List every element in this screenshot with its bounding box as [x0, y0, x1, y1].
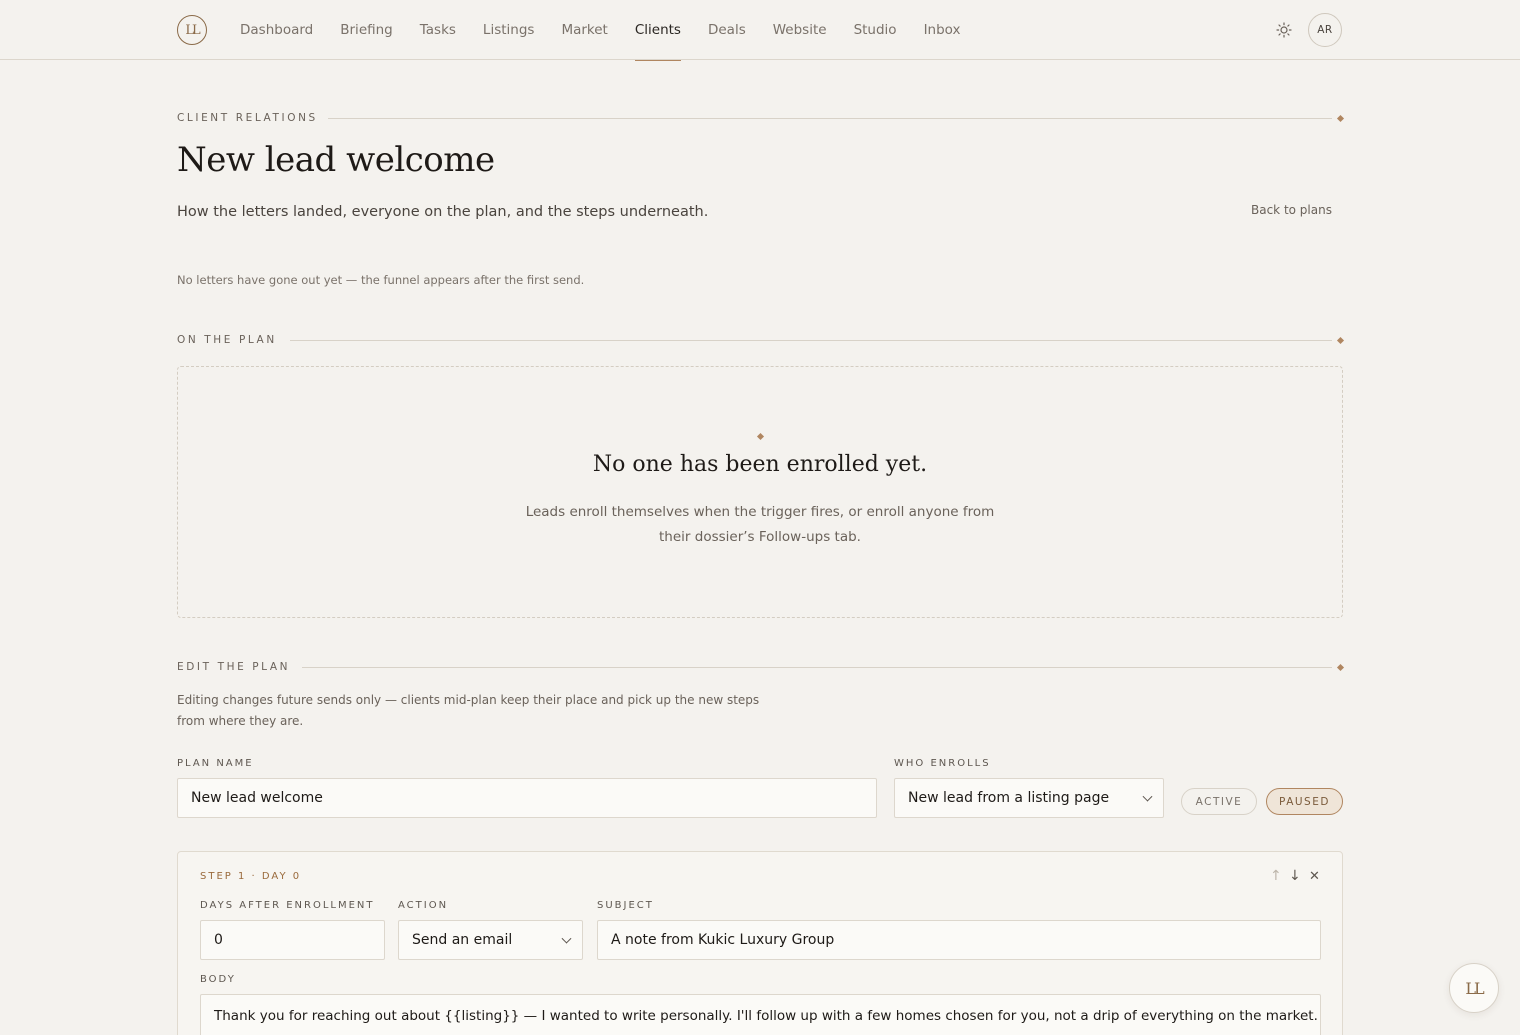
- nav-item-clients[interactable]: Clients: [634, 0, 682, 61]
- plan-name-value: New lead welcome: [191, 790, 323, 806]
- sun-icon-svg: [1276, 22, 1292, 38]
- top-navigation-bar: LL Dashboard Briefing Tasks Listings Mar…: [0, 0, 1520, 61]
- subject-label: SUBJECT: [597, 900, 654, 911]
- plan-name-input[interactable]: New lead welcome: [177, 778, 877, 818]
- remove-step-icon[interactable]: ✕: [1309, 869, 1320, 884]
- page-subtitle: How the letters landed, everyone on the …: [177, 204, 709, 220]
- who-enrolls-label: WHO ENROLLS: [894, 758, 991, 769]
- status-active-toggle[interactable]: ACTIVE: [1181, 788, 1257, 815]
- funnel-note: No letters have gone out yet — the funne…: [177, 273, 585, 287]
- chevron-down-icon: [1142, 791, 1153, 802]
- empty-state-text: Leads enroll themselves when the trigger…: [525, 504, 995, 545]
- diamond-ornament: [1336, 663, 1345, 672]
- move-up-icon[interactable]: ↑: [1270, 868, 1282, 884]
- subject-value: A note from Kukic Luxury Group: [611, 932, 835, 948]
- who-enrolls-select[interactable]: New lead from a listing page: [894, 778, 1164, 818]
- eyebrow-label: CLIENT RELATIONS: [177, 112, 318, 124]
- nav-item-tasks[interactable]: Tasks: [420, 0, 456, 60]
- days-label: DAYS AFTER ENROLLMENT: [200, 900, 375, 911]
- empty-state-title: No one has been enrolled yet.: [592, 452, 928, 477]
- who-enrolls-value: New lead from a listing page: [908, 790, 1110, 806]
- on-plan-label: ON THE PLAN: [177, 334, 277, 346]
- body-label: BODY: [200, 974, 236, 985]
- days-input[interactable]: 0: [200, 920, 385, 960]
- section-rule: [302, 667, 1332, 668]
- edit-plan-label: EDIT THE PLAN: [177, 661, 291, 673]
- user-avatar[interactable]: AR: [1308, 13, 1342, 47]
- plan-name-label: PLAN NAME: [177, 758, 254, 769]
- move-down-icon[interactable]: ↓: [1289, 868, 1301, 884]
- action-value: Send an email: [412, 932, 513, 948]
- main-nav: Dashboard Briefing Tasks Listings Market…: [240, 0, 988, 61]
- section-rule: [328, 118, 1332, 119]
- days-value: 0: [214, 932, 223, 948]
- body-textarea[interactable]: Thank you for reaching out about {{listi…: [200, 994, 1321, 1035]
- nav-item-website[interactable]: Website: [773, 0, 827, 60]
- nav-item-listings[interactable]: Listings: [483, 0, 535, 60]
- step-title: STEP 1 · DAY 0: [200, 871, 302, 882]
- diamond-ornament: [1336, 336, 1345, 345]
- action-select[interactable]: Send an email: [398, 920, 583, 960]
- nav-item-inbox[interactable]: Inbox: [924, 0, 961, 60]
- page-title: New lead welcome: [177, 140, 495, 180]
- nav-item-dashboard[interactable]: Dashboard: [240, 0, 313, 60]
- nav-item-market[interactable]: Market: [561, 0, 607, 60]
- section-rule: [290, 340, 1332, 341]
- diamond-ornament: [1336, 114, 1345, 123]
- nav-item-deals[interactable]: Deals: [708, 0, 746, 60]
- assistant-fab-button[interactable]: LL: [1449, 963, 1499, 1013]
- subject-input[interactable]: A note from Kukic Luxury Group: [597, 920, 1321, 960]
- status-paused-toggle[interactable]: PAUSED: [1266, 788, 1343, 815]
- nav-item-briefing[interactable]: Briefing: [340, 0, 393, 60]
- edit-plan-note: Editing changes future sends only — clie…: [177, 693, 760, 728]
- action-label: ACTION: [398, 900, 449, 911]
- enrolled-empty-state: [177, 366, 1343, 618]
- brand-logo[interactable]: LL: [177, 15, 207, 45]
- chevron-down-icon: [561, 933, 572, 944]
- nav-item-studio[interactable]: Studio: [854, 0, 897, 60]
- sun-icon[interactable]: [1274, 20, 1294, 40]
- back-to-plans-link[interactable]: Back to plans: [1251, 203, 1332, 217]
- body-value: Thank you for reaching out about {{listi…: [214, 1008, 1318, 1024]
